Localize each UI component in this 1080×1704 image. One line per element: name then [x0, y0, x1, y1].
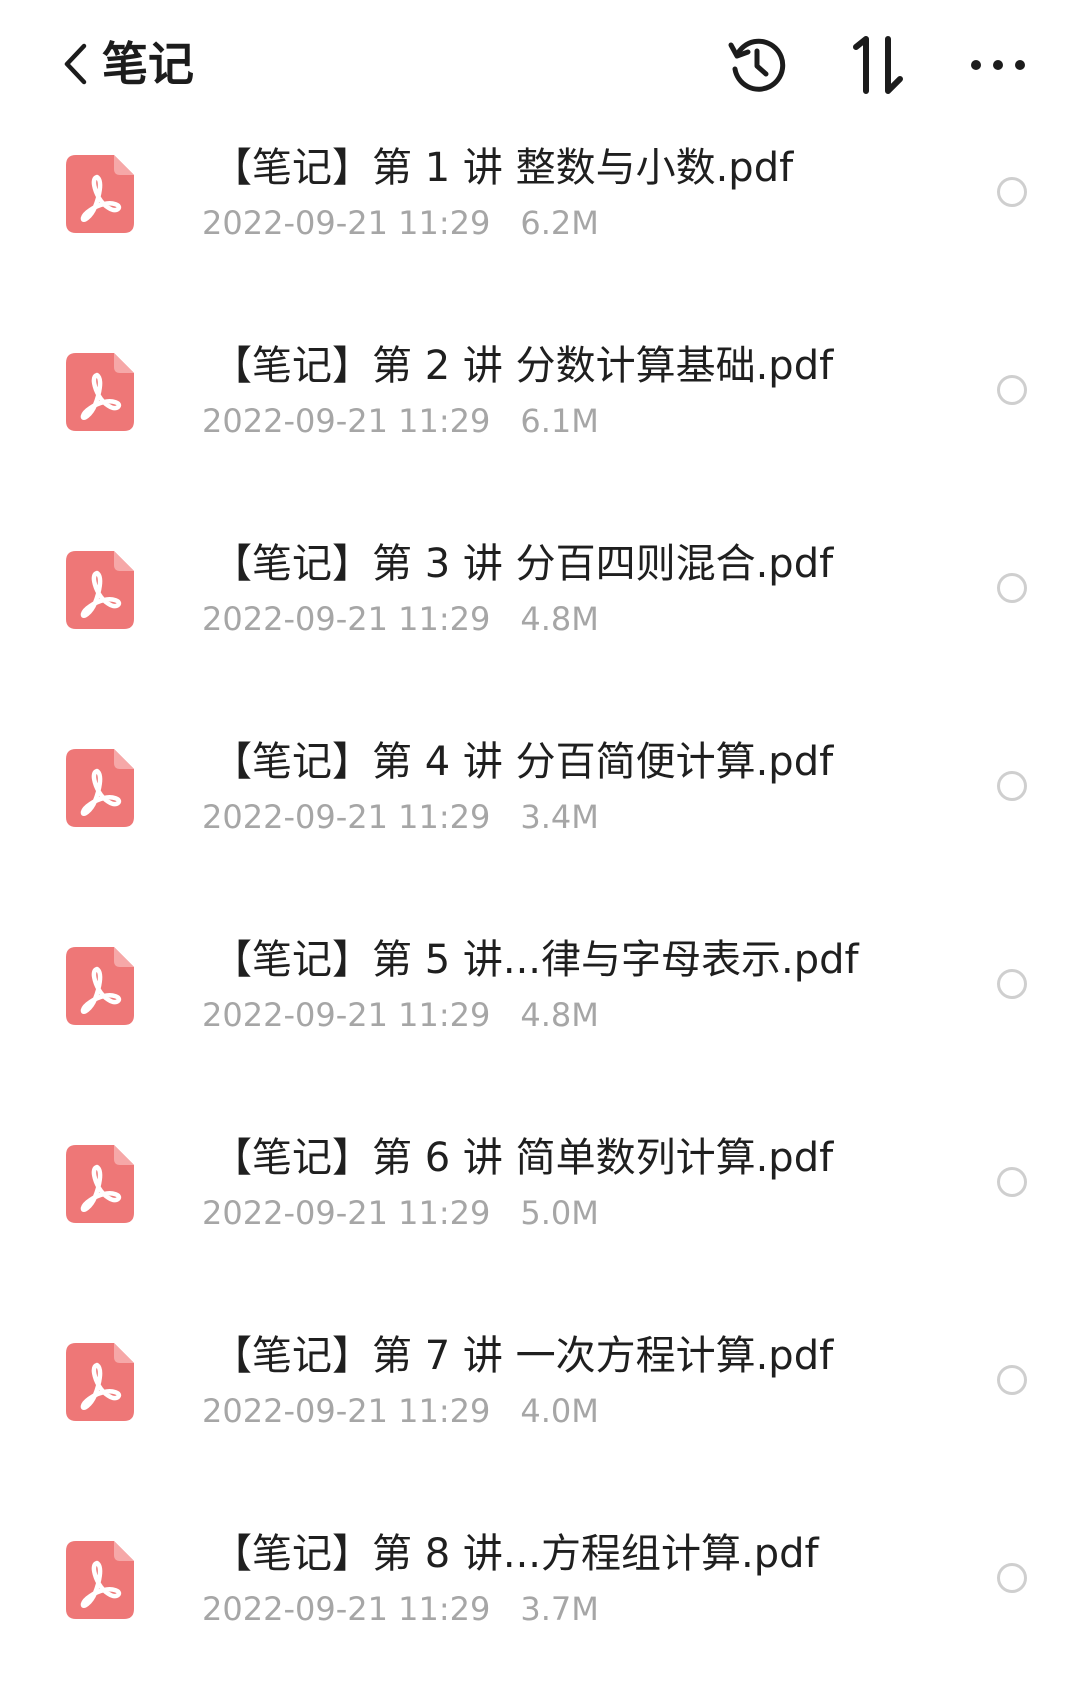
file-date: 2022-09-21 11:29 [202, 600, 491, 638]
file-size: 5.0M [520, 1194, 599, 1232]
pdf-file-icon [66, 1343, 134, 1421]
pdf-file-icon [66, 947, 134, 1025]
file-row[interactable]: 【笔记】第 5 讲...律与字母表示.pdf 2022-09-21 11:29 4… [0, 912, 1080, 1110]
more-button[interactable] [963, 30, 1033, 100]
select-radio[interactable] [997, 1167, 1027, 1197]
pdf-file-icon [66, 155, 134, 233]
file-meta: 2022-09-21 11:29 6.1M [202, 400, 599, 442]
file-name: 【笔记】第 3 讲 分百四则混合.pdf [212, 541, 834, 587]
file-row[interactable]: 【笔记】第 2 讲 分数计算基础.pdf 2022-09-21 11:29 6.1… [0, 318, 1080, 516]
file-size: 4.0M [520, 1392, 599, 1430]
more-horizontal-icon [968, 58, 1028, 72]
top-bar: 笔记 [0, 0, 1080, 130]
select-radio[interactable] [997, 771, 1027, 801]
file-meta: 2022-09-21 11:29 4.8M [202, 994, 599, 1036]
file-size: 3.7M [520, 1590, 599, 1628]
file-meta: 2022-09-21 11:29 4.0M [202, 1390, 599, 1432]
select-radio[interactable] [997, 1365, 1027, 1395]
file-meta: 2022-09-21 11:29 3.7M [202, 1588, 599, 1630]
file-name: 【笔记】第 2 讲 分数计算基础.pdf [212, 343, 834, 389]
history-icon [725, 33, 789, 97]
file-date: 2022-09-21 11:29 [202, 1392, 491, 1430]
file-date: 2022-09-21 11:29 [202, 402, 491, 440]
file-meta: 2022-09-21 11:29 5.0M [202, 1192, 599, 1234]
file-row[interactable]: 【笔记】第 7 讲 一次方程计算.pdf 2022-09-21 11:29 4.0… [0, 1308, 1080, 1506]
file-name: 【笔记】第 5 讲...律与字母表示.pdf [212, 937, 859, 983]
file-row[interactable]: 【笔记】第 8 讲...方程组计算.pdf 2022-09-21 11:29 3.… [0, 1506, 1080, 1704]
history-button[interactable] [722, 30, 792, 100]
pdf-file-icon [66, 1541, 134, 1619]
file-meta: 2022-09-21 11:29 6.2M [202, 202, 599, 244]
page-title: 笔记 [102, 37, 194, 91]
sort-icon [848, 33, 908, 97]
file-name: 【笔记】第 6 讲 简单数列计算.pdf [212, 1135, 834, 1181]
file-size: 4.8M [520, 600, 599, 638]
file-name: 【笔记】第 4 讲 分百简便计算.pdf [212, 739, 834, 785]
file-name: 【笔记】第 7 讲 一次方程计算.pdf [212, 1333, 834, 1379]
file-size: 4.8M [520, 996, 599, 1034]
file-meta: 2022-09-21 11:29 4.8M [202, 598, 599, 640]
file-size: 6.1M [520, 402, 599, 440]
file-meta: 2022-09-21 11:29 3.4M [202, 796, 599, 838]
file-date: 2022-09-21 11:29 [202, 1194, 491, 1232]
select-radio[interactable] [997, 375, 1027, 405]
pdf-file-icon [66, 749, 134, 827]
file-name: 【笔记】第 1 讲 整数与小数.pdf [212, 145, 794, 191]
chevron-left-icon [62, 42, 88, 86]
select-radio[interactable] [997, 573, 1027, 603]
file-name: 【笔记】第 8 讲...方程组计算.pdf [212, 1531, 819, 1577]
file-row[interactable]: 【笔记】第 1 讲 整数与小数.pdf 2022-09-21 11:29 6.2M [0, 120, 1080, 318]
file-row[interactable]: 【笔记】第 6 讲 简单数列计算.pdf 2022-09-21 11:29 5.0… [0, 1110, 1080, 1308]
file-row[interactable]: 【笔记】第 4 讲 分百简便计算.pdf 2022-09-21 11:29 3.4… [0, 714, 1080, 912]
file-row[interactable]: 【笔记】第 3 讲 分百四则混合.pdf 2022-09-21 11:29 4.8… [0, 516, 1080, 714]
pdf-file-icon [66, 1145, 134, 1223]
pdf-file-icon [66, 353, 134, 431]
file-date: 2022-09-21 11:29 [202, 798, 491, 836]
file-size: 6.2M [520, 204, 599, 242]
sort-button[interactable] [843, 30, 913, 100]
select-radio[interactable] [997, 177, 1027, 207]
file-date: 2022-09-21 11:29 [202, 1590, 491, 1628]
file-date: 2022-09-21 11:29 [202, 204, 491, 242]
select-radio[interactable] [997, 1563, 1027, 1593]
file-date: 2022-09-21 11:29 [202, 996, 491, 1034]
file-size: 3.4M [520, 798, 599, 836]
pdf-file-icon [66, 551, 134, 629]
back-button[interactable]: 笔记 [62, 34, 194, 94]
select-radio[interactable] [997, 969, 1027, 999]
